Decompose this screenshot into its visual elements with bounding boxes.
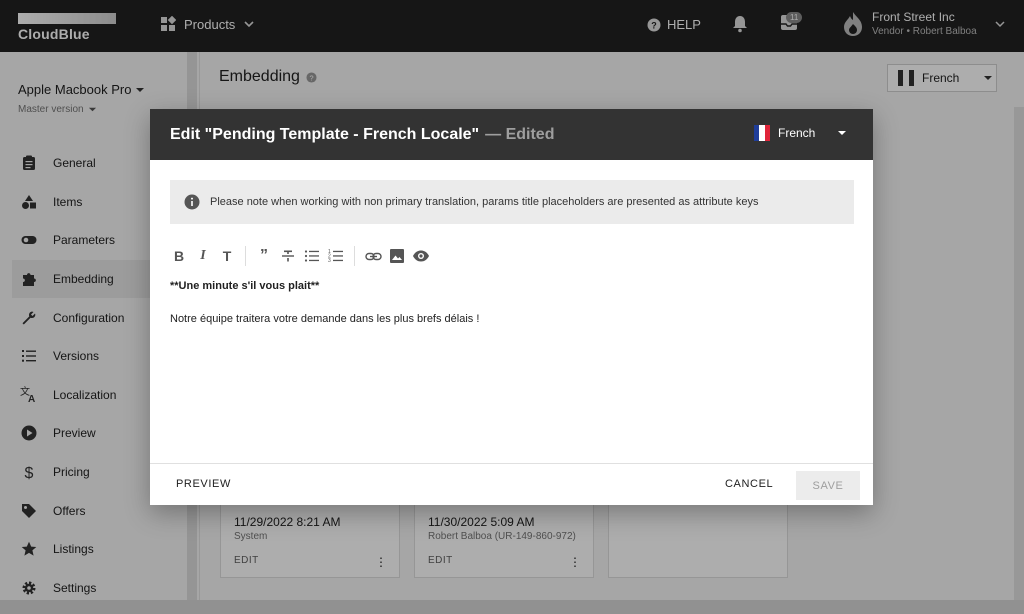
editor-toolbar: B I T ” 123 [170, 246, 430, 266]
link-icon[interactable] [364, 247, 382, 265]
edit-template-dialog: Edit "Pending Template - French Locale" … [150, 109, 873, 505]
bold-icon[interactable]: B [170, 247, 188, 265]
toolbar-divider [245, 246, 246, 266]
dialog-footer: PREVIEW CANCEL SAVE [150, 463, 873, 505]
caret-down-icon [838, 131, 847, 135]
svg-text:3: 3 [328, 258, 331, 264]
info-icon [184, 194, 200, 210]
french-flag-icon [754, 125, 770, 141]
toolbar-divider [354, 246, 355, 266]
notice-text: Please note when working with non primar… [210, 196, 759, 208]
quote-icon[interactable]: ” [255, 247, 273, 265]
dialog-language-label: French [778, 126, 816, 140]
dialog-language-select[interactable]: French [754, 125, 847, 141]
dialog-title: Edit "Pending Template - French Locale" [170, 125, 480, 143]
edited-indicator: — Edited [485, 125, 555, 143]
strikethrough-icon[interactable] [279, 247, 297, 265]
preview-button[interactable]: PREVIEW [176, 478, 231, 490]
image-icon[interactable] [388, 247, 406, 265]
editor-bold-line[interactable]: **Une minute s'il vous plait** [170, 280, 319, 292]
bullet-list-icon[interactable] [303, 247, 321, 265]
italic-icon[interactable]: I [194, 247, 212, 265]
translation-notice: Please note when working with non primar… [170, 180, 854, 224]
numbered-list-icon[interactable]: 123 [327, 247, 345, 265]
save-button[interactable]: SAVE [796, 471, 860, 500]
heading-icon[interactable]: T [218, 247, 236, 265]
dialog-header: Edit "Pending Template - French Locale" … [150, 109, 873, 160]
cancel-button[interactable]: CANCEL [725, 478, 773, 490]
editor-text-line[interactable]: Notre équipe traitera votre demande dans… [170, 313, 479, 325]
eye-icon[interactable] [412, 247, 430, 265]
